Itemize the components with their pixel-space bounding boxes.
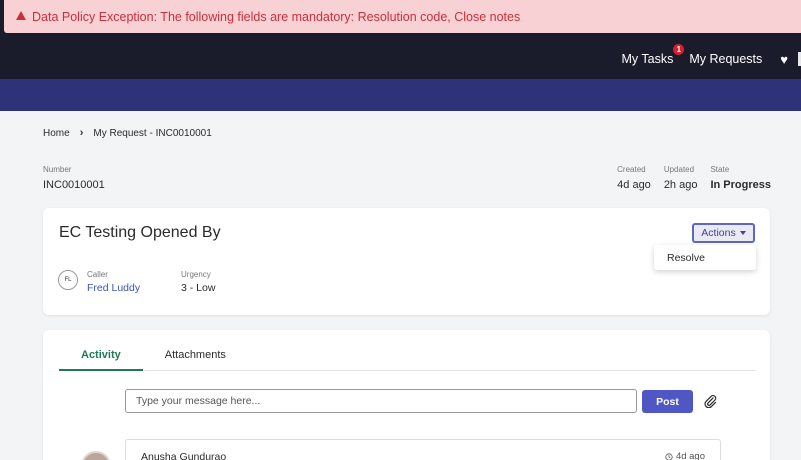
- tab-activity[interactable]: Activity: [59, 349, 143, 371]
- created-value: 4d ago: [617, 179, 651, 191]
- urgency-label: Urgency: [181, 270, 211, 279]
- caller-link[interactable]: Fred Luddy: [87, 282, 140, 294]
- case-title: EC Testing Opened By: [59, 224, 221, 241]
- favorites-heart-icon[interactable]: ♥: [780, 52, 788, 67]
- header-banner: [0, 79, 801, 111]
- caller-label: Caller: [87, 270, 108, 279]
- number-label: Number: [43, 165, 72, 174]
- breadcrumb-home[interactable]: Home: [43, 128, 70, 139]
- caller-field: Caller Fred Luddy: [87, 270, 140, 294]
- caret-down-icon: [739, 231, 746, 235]
- caller-avatar: FL: [58, 270, 78, 290]
- feed-time-value: 4d ago: [675, 451, 705, 460]
- state-value: In Progress: [710, 179, 771, 191]
- feed-author: Anusha Gundurao: [141, 451, 227, 460]
- record-number: Number INC0010001: [43, 165, 105, 191]
- warning-icon: [16, 11, 26, 20]
- clock-icon: [665, 452, 673, 460]
- top-nav: My Tasks 1 My Requests ♥: [621, 44, 801, 69]
- breadcrumb: Home › My Request - INC0010001: [43, 127, 212, 139]
- actions-label: Actions: [701, 227, 736, 239]
- nav-my-tasks[interactable]: My Tasks 1: [621, 44, 685, 66]
- tab-attachments[interactable]: Attachments: [143, 349, 248, 371]
- activity-tabs: Activity Attachments: [59, 349, 755, 371]
- actions-dropdown: Resolve: [654, 245, 756, 270]
- post-button[interactable]: Post: [642, 390, 693, 413]
- number-value: INC0010001: [43, 179, 105, 191]
- chevron-right-icon: ›: [79, 127, 84, 139]
- created-meta: Created 4d ago: [617, 165, 651, 191]
- dropdown-item-resolve[interactable]: Resolve: [667, 252, 705, 264]
- updated-meta: Updated 2h ago: [664, 165, 698, 191]
- nav-my-tasks-label: My Tasks: [621, 52, 674, 66]
- feed-timestamp: 4d ago: [665, 451, 705, 460]
- message-input[interactable]: [125, 389, 637, 413]
- state-meta: State In Progress: [710, 165, 771, 191]
- feed-entry: Anusha Gundurao 4d ago: [125, 439, 721, 460]
- feed-author-avatar: [81, 451, 111, 460]
- actions-button[interactable]: Actions: [692, 223, 755, 243]
- state-label: State: [710, 165, 730, 174]
- data-policy-alert: Data Policy Exception: The following fie…: [4, 0, 801, 33]
- tasks-count-badge: 1: [673, 44, 685, 55]
- case-summary-card: EC Testing Opened By Actions Resolve FL …: [43, 208, 770, 315]
- created-label: Created: [617, 165, 646, 174]
- record-meta: Created 4d ago Updated 2h ago State In P…: [604, 165, 771, 191]
- breadcrumb-current: My Request - INC0010001: [93, 127, 212, 139]
- activity-card: Activity Attachments Post Anusha Gundura…: [43, 330, 770, 460]
- alert-message: Data Policy Exception: The following fie…: [32, 9, 521, 24]
- urgency-value: 3 - Low: [181, 282, 216, 294]
- nav-my-requests[interactable]: My Requests: [689, 52, 762, 66]
- urgency-field: Urgency 3 - Low: [181, 270, 215, 294]
- updated-value: 2h ago: [663, 179, 698, 191]
- updated-label: Updated: [663, 165, 695, 174]
- paperclip-icon[interactable]: [703, 394, 717, 408]
